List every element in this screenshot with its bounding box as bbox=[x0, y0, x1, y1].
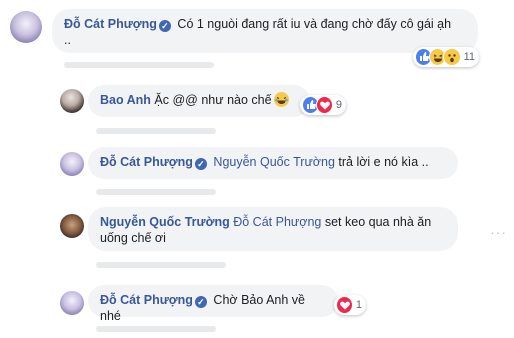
comment-author[interactable]: Nguyễn Quốc Trường bbox=[100, 215, 230, 229]
reaction-count: 11 bbox=[463, 51, 475, 63]
more-options-icon[interactable]: ··· bbox=[490, 224, 507, 240]
reaction-summary[interactable]: 11 bbox=[413, 47, 479, 67]
reaction-count: 9 bbox=[335, 99, 342, 111]
comment-bubble: Đỗ Cát Phượng ✓ Có 1 nguòi đang rất iu và… bbox=[52, 9, 478, 53]
comment-actions bbox=[64, 62, 214, 68]
verified-badge-icon: ✓ bbox=[158, 20, 171, 32]
comment-bubble: Nguyễn Quốc Trường Đỗ Cát Phượng set keo… bbox=[88, 207, 458, 251]
avatar[interactable] bbox=[60, 214, 84, 238]
reaction-summary[interactable]: 1 bbox=[334, 295, 366, 315]
comment-bubble: Đỗ Cát Phượng ✓ Chờ Bảo Anh về nhé bbox=[88, 285, 338, 323]
comment-text: Ặc @@ như nào chế bbox=[154, 93, 272, 107]
comment-actions bbox=[96, 189, 216, 195]
comment-bubble: Đỗ Cát Phượng ✓ Nguyễn Quốc Trường trả lờ… bbox=[88, 147, 458, 179]
comment-actions bbox=[96, 128, 216, 134]
comment-text: Có 1 nguòi đang rất iu và đang chờ đấy c… bbox=[177, 17, 452, 31]
verified-badge-icon: ✓ bbox=[194, 296, 207, 308]
comment-author[interactable]: Bao Anh bbox=[100, 93, 151, 107]
comment-author[interactable]: Đỗ Cát Phượng bbox=[100, 155, 193, 169]
comment-text-continued: uống chế ơi bbox=[100, 231, 166, 245]
comment-text-continued: .. bbox=[64, 33, 71, 47]
comment-actions bbox=[96, 262, 226, 268]
wow-reaction-icon bbox=[443, 48, 461, 66]
comment-text: trả lời e nó kìa .. bbox=[338, 155, 429, 169]
comment-bubble: Bao Anh Ặc @@ như nào chế bbox=[88, 85, 310, 117]
comment-author[interactable]: Đỗ Cát Phượng bbox=[100, 293, 193, 307]
reaction-summary[interactable]: 9 bbox=[300, 95, 346, 115]
comment-actions bbox=[96, 326, 216, 332]
tagged-user-link[interactable]: Nguyễn Quốc Trường bbox=[213, 155, 334, 169]
avatar[interactable] bbox=[60, 152, 84, 176]
avatar[interactable] bbox=[60, 89, 84, 113]
laughing-tears-emoji-icon bbox=[273, 92, 289, 107]
verified-badge-icon: ✓ bbox=[194, 158, 207, 170]
tagged-user-link[interactable]: Đỗ Cát Phượng bbox=[233, 215, 321, 229]
reaction-count: 1 bbox=[355, 299, 362, 311]
avatar[interactable] bbox=[60, 291, 84, 315]
comment-text: set keo qua nhà ăn bbox=[324, 215, 432, 229]
love-reaction-icon bbox=[315, 96, 333, 114]
comment-author[interactable]: Đỗ Cát Phượng bbox=[64, 17, 157, 31]
love-reaction-icon bbox=[336, 296, 353, 314]
avatar[interactable] bbox=[10, 11, 42, 43]
